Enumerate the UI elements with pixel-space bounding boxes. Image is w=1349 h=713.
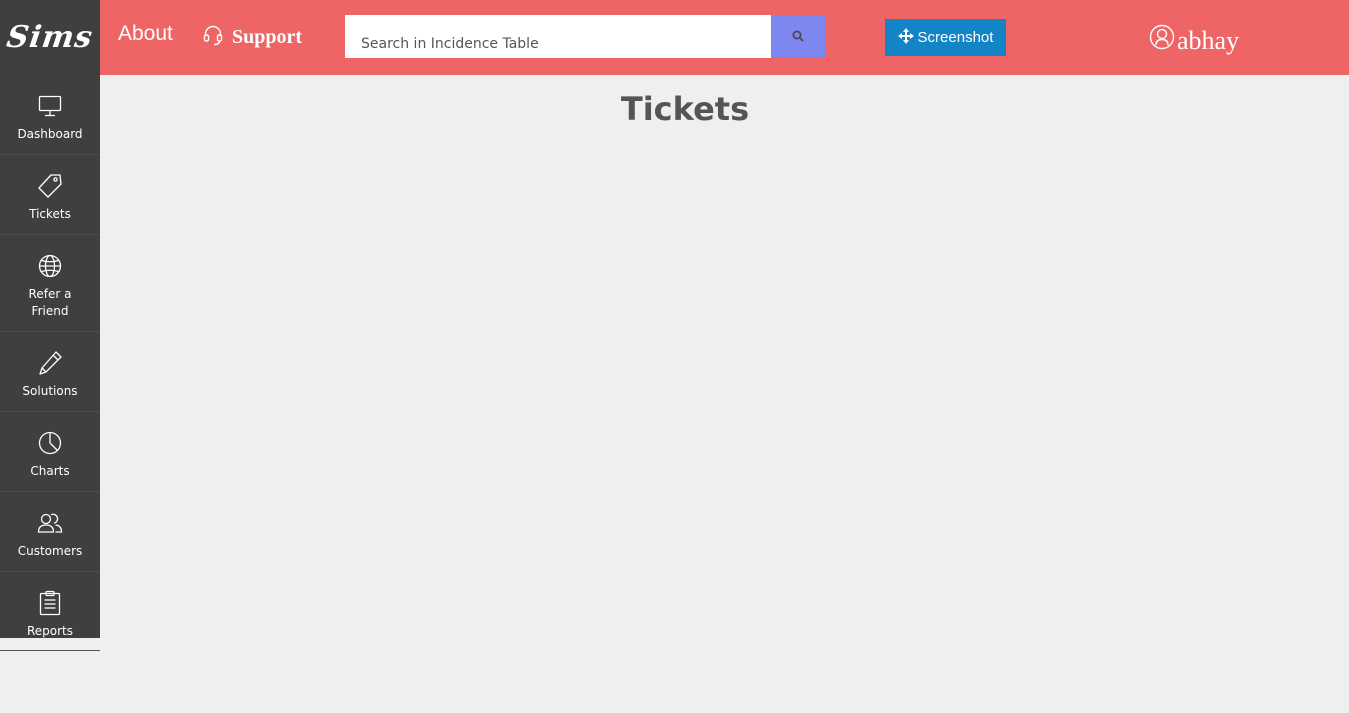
sidebar-item-solutions[interactable]: Solutions (0, 332, 100, 412)
top-header: About Support Screenshot (100, 0, 1349, 75)
sidebar-item-label: Reports (26, 624, 74, 638)
headset-icon (203, 24, 223, 50)
clipboard-icon (37, 590, 63, 616)
move-arrows-icon (897, 27, 914, 48)
sidebar-item-dashboard[interactable]: Dashboard (0, 75, 100, 155)
sidebar-item-charts[interactable]: Charts (0, 412, 100, 492)
screenshot-button[interactable]: Screenshot (885, 19, 1006, 56)
users-icon (37, 510, 63, 536)
screenshot-label: Screenshot (917, 29, 994, 46)
about-link[interactable]: About (118, 22, 173, 46)
app-logo[interactable]: Sims (0, 0, 100, 75)
search-input[interactable] (345, 15, 771, 58)
pencil-icon (37, 350, 63, 376)
sidebar-item-reports[interactable]: Reports (0, 572, 100, 652)
sidebar-item-label: Dashboard (17, 127, 83, 141)
page-title: Tickets (620, 90, 750, 128)
sidebar-item-customers[interactable]: Customers (0, 492, 100, 572)
sidebar-item-label: Customers (17, 544, 83, 558)
search-icon (792, 27, 804, 46)
divider (0, 650, 100, 651)
sidebar-item-label: Refer a Friend (28, 287, 72, 318)
sidebar-item-label: Charts (30, 464, 70, 478)
monitor-icon (37, 93, 63, 119)
support-label: Support (232, 25, 303, 48)
logo-text: Sims (4, 20, 96, 55)
globe-icon (37, 253, 63, 279)
sidebar-item-label: Solutions (22, 384, 78, 398)
user-name: abhay (1177, 26, 1240, 55)
sidebar-item-refer-a-friend[interactable]: Refer a Friend (0, 235, 100, 332)
pie-chart-icon (37, 430, 63, 456)
sidebar-item-label: Tickets (29, 207, 71, 221)
search-button[interactable] (771, 15, 825, 58)
sidebar: Sims Dashboard Tickets Refer a Friend So… (0, 0, 100, 638)
tag-icon (37, 173, 63, 199)
user-menu[interactable]: abhay (1149, 22, 1239, 56)
user-icon (1149, 24, 1175, 54)
sidebar-item-tickets[interactable]: Tickets (0, 155, 100, 235)
support-link[interactable]: Support (203, 24, 302, 50)
